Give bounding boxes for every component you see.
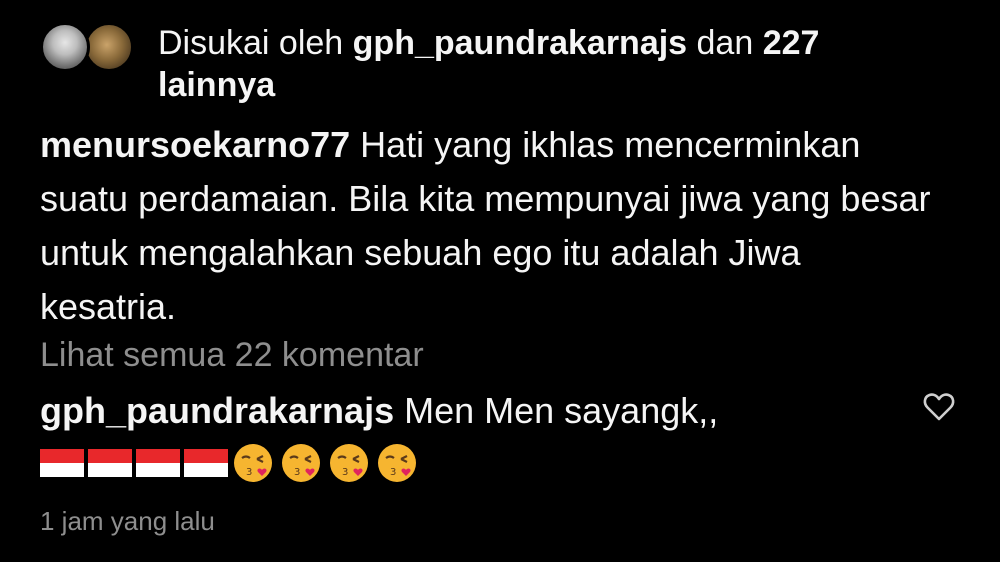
indonesia-flag-icon [136,449,180,477]
likes-conjunction: dan [687,24,763,62]
svg-text:3: 3 [342,467,348,478]
view-all-comments-link[interactable]: Lihat semua 22 komentar [40,333,424,377]
indonesia-flag-icon [40,449,84,477]
avatar[interactable] [84,22,134,72]
likes-prefix: Disukai oleh [158,24,353,62]
indonesia-flag-icon [184,449,228,477]
post-caption: menursoekarno77 Hati yang ikhlas mencerm… [40,118,940,334]
kissing-heart-face-icon: 3 [378,444,416,482]
kissing-heart-face-icon: 3 [282,444,320,482]
indonesia-flag-icon [88,449,132,477]
kissing-heart-face-icon: 3 [330,444,368,482]
likes-suffix[interactable]: lainnya [158,66,275,104]
kissing-heart-face-icon: 3 [234,444,272,482]
avatar[interactable] [40,22,90,72]
liker-avatars[interactable] [40,22,140,82]
svg-text:3: 3 [246,467,252,478]
comment-username[interactable]: gph_paundrakarnajs [40,390,394,431]
comment-timestamp: 1 jam yang lalu [40,506,215,536]
caption-username[interactable]: menursoekarno77 [40,124,350,165]
heart-outline-icon[interactable] [921,388,957,424]
comment-emoji-row: 3 3 3 3 [40,440,900,486]
likes-summary: Disukai oleh gph_paundrakarnajs dan 227 l… [158,22,958,106]
comment-text: Men Men sayangk,, [394,390,719,431]
comment-line: gph_paundrakarnajs Men Men sayangk,, [40,388,900,434]
liker-username-link[interactable]: gph_paundrakarnajs [353,24,687,62]
likes-count[interactable]: 227 [763,24,820,62]
svg-text:3: 3 [390,467,396,478]
comment: gph_paundrakarnajs Men Men sayangk,, 3 3… [40,388,900,486]
svg-text:3: 3 [294,467,300,478]
